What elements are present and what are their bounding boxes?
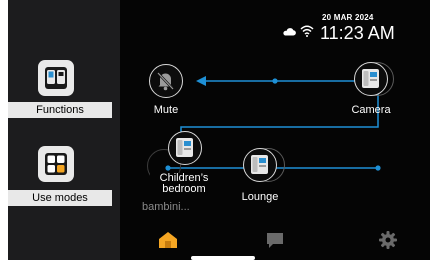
home-icon[interactable] bbox=[158, 230, 178, 250]
intercom-icon bbox=[168, 131, 202, 165]
device-childrens-bedroom-label: Children’s bedroom bbox=[150, 173, 218, 195]
intercom-screen: Functions Use modes 20 MAR 2024 11:23 AM… bbox=[8, 0, 430, 260]
intercom-icon bbox=[243, 148, 277, 182]
gear-icon[interactable] bbox=[378, 230, 398, 250]
chat-icon[interactable] bbox=[265, 230, 285, 250]
intercom-icon bbox=[354, 62, 388, 96]
device-lounge-label: Lounge bbox=[241, 191, 279, 203]
bottom-nav bbox=[120, 218, 430, 260]
device-mute-label: Mute bbox=[153, 104, 179, 116]
home-indicator[interactable] bbox=[191, 256, 255, 260]
device-bambini-label: bambini... bbox=[142, 201, 190, 213]
device-camera-label: Camera bbox=[351, 104, 391, 116]
bell-off-icon bbox=[149, 64, 183, 98]
